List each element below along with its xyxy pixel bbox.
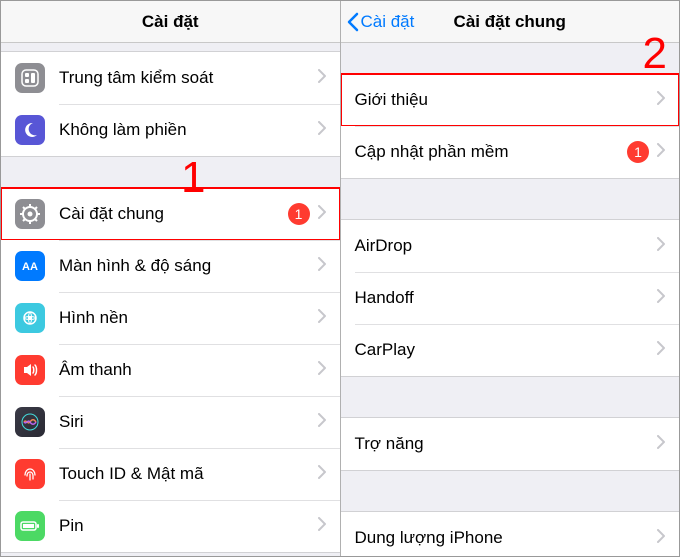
wallpaper-icon xyxy=(15,303,45,333)
back-label: Cài đặt xyxy=(361,12,415,32)
row-storage[interactable]: Dung lượng iPhone xyxy=(341,512,680,556)
chevron-right-icon xyxy=(657,91,665,110)
svg-text:AA: AA xyxy=(22,261,38,273)
row-general[interactable]: Cài đặt chung 1 xyxy=(1,188,340,240)
chevron-right-icon xyxy=(657,341,665,360)
siri-icon xyxy=(15,407,45,437)
row-siri[interactable]: Siri xyxy=(1,396,340,448)
row-battery[interactable]: Pin xyxy=(1,500,340,552)
row-control-center[interactable]: Trung tâm kiểm soát xyxy=(1,52,340,104)
row-label: Trợ năng xyxy=(355,434,658,454)
row-label: Trung tâm kiểm soát xyxy=(59,68,318,88)
row-label: Pin xyxy=(59,516,318,536)
gear-icon xyxy=(15,199,45,229)
nav-title: Cài đặt chung xyxy=(454,12,566,32)
general-pane: Cài đặt Cài đặt chung 2 Giới thiệu Cập n… xyxy=(341,1,680,556)
row-label: Không làm phiền xyxy=(59,120,318,140)
settings-group-1: Trung tâm kiểm soát Không làm phiền xyxy=(1,51,340,157)
moon-icon xyxy=(15,115,45,145)
row-software-update[interactable]: Cập nhật phần mềm 1 xyxy=(341,126,680,178)
nav-bar: Cài đặt xyxy=(1,1,340,43)
speaker-icon xyxy=(15,355,45,385)
chevron-right-icon xyxy=(657,435,665,454)
display-icon: AA xyxy=(15,251,45,281)
general-group-2: AirDrop Handoff CarPlay xyxy=(341,219,680,377)
back-button[interactable]: Cài đặt xyxy=(347,1,415,43)
chevron-right-icon xyxy=(657,529,665,548)
control-center-icon xyxy=(15,63,45,93)
row-wallpaper[interactable]: Hình nền xyxy=(1,292,340,344)
chevron-right-icon xyxy=(318,309,326,328)
row-label: Siri xyxy=(59,412,318,432)
row-label: Màn hình & độ sáng xyxy=(59,256,318,276)
fingerprint-icon xyxy=(15,459,45,489)
row-label: CarPlay xyxy=(355,340,658,360)
chevron-right-icon xyxy=(318,257,326,276)
chevron-right-icon xyxy=(318,69,326,88)
row-label: Hình nền xyxy=(59,308,318,328)
row-handoff[interactable]: Handoff xyxy=(341,272,680,324)
row-label: Âm thanh xyxy=(59,360,318,380)
row-touchid[interactable]: Touch ID & Mật mã xyxy=(1,448,340,500)
general-group-4: Dung lượng iPhone xyxy=(341,511,680,556)
notification-badge: 1 xyxy=(627,141,649,163)
row-sound[interactable]: Âm thanh xyxy=(1,344,340,396)
row-display[interactable]: AA Màn hình & độ sáng xyxy=(1,240,340,292)
nav-bar: Cài đặt Cài đặt chung xyxy=(341,1,680,43)
notification-badge: 1 xyxy=(288,203,310,225)
row-label: Cài đặt chung xyxy=(59,204,288,224)
chevron-right-icon xyxy=(657,237,665,256)
chevron-right-icon xyxy=(318,413,326,432)
chevron-right-icon xyxy=(318,121,326,140)
row-label: AirDrop xyxy=(355,236,658,256)
chevron-right-icon xyxy=(657,143,665,162)
row-label: Handoff xyxy=(355,288,658,308)
row-label: Cập nhật phần mềm xyxy=(355,142,628,162)
chevron-right-icon xyxy=(318,465,326,484)
row-airdrop[interactable]: AirDrop xyxy=(341,220,680,272)
row-do-not-disturb[interactable]: Không làm phiền xyxy=(1,104,340,156)
row-label: Dung lượng iPhone xyxy=(355,528,658,548)
general-group-3: Trợ năng xyxy=(341,417,680,471)
chevron-right-icon xyxy=(318,361,326,380)
nav-title: Cài đặt xyxy=(142,12,199,32)
row-about[interactable]: Giới thiệu xyxy=(341,74,680,126)
chevron-right-icon xyxy=(657,289,665,308)
settings-pane: Cài đặt Trung tâm kiểm soát Không làm ph… xyxy=(1,1,341,556)
settings-group-2: Cài đặt chung 1 AA Màn hình & độ sáng Hì… xyxy=(1,187,340,553)
chevron-right-icon xyxy=(318,205,326,224)
row-label: Giới thiệu xyxy=(355,90,658,110)
row-carplay[interactable]: CarPlay xyxy=(341,324,680,376)
chevron-left-icon xyxy=(347,12,359,32)
row-label: Touch ID & Mật mã xyxy=(59,464,318,484)
battery-icon xyxy=(15,511,45,541)
general-group-1: Giới thiệu Cập nhật phần mềm 1 xyxy=(341,73,680,179)
chevron-right-icon xyxy=(318,517,326,536)
row-accessibility[interactable]: Trợ năng xyxy=(341,418,680,470)
